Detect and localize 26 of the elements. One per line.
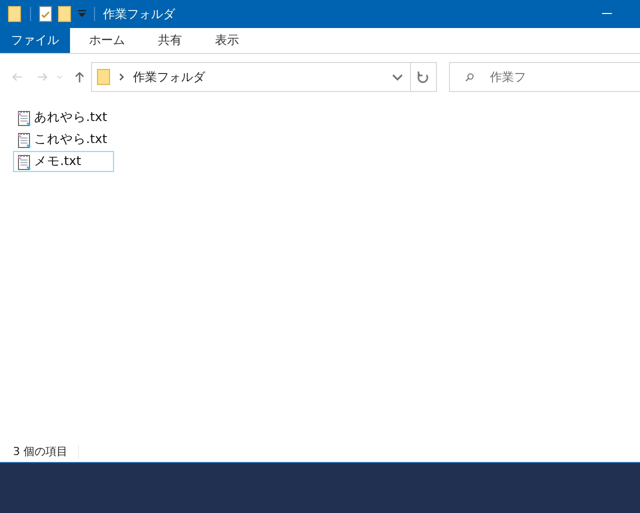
minimize-icon[interactable] — [602, 13, 612, 15]
refresh-button[interactable] — [410, 62, 437, 92]
address-bar[interactable]: 作業フォルダ — [90, 62, 411, 92]
search-field[interactable]: 作業フ — [449, 62, 640, 92]
dropdown-icon[interactable] — [78, 10, 86, 18]
ribbon-tab[interactable]: ファイル — [0, 28, 70, 53]
chevron-right-icon — [118, 73, 124, 81]
file-item[interactable]: これやら.txt — [13, 129, 114, 150]
up-arrow-icon[interactable] — [74, 70, 84, 84]
chevron-down-icon[interactable] — [392, 74, 403, 80]
folder-icon[interactable] — [8, 6, 22, 22]
text-file-icon — [17, 132, 31, 148]
file-item[interactable]: あれやら.txt — [13, 107, 114, 128]
ribbon-tab[interactable]: 共有 — [144, 28, 196, 53]
text-file-icon — [17, 110, 31, 126]
folder-icon — [96, 69, 110, 85]
window-title: 作業フォルダ — [103, 6, 175, 22]
address-path: 作業フォルダ — [132, 68, 205, 86]
folder-icon[interactable] — [58, 6, 72, 22]
ribbon-tab[interactable]: 表示 — [201, 28, 253, 53]
file-item[interactable]: メモ.txt — [13, 151, 114, 172]
ribbon-tab[interactable]: ホーム — [75, 28, 139, 53]
properties-icon[interactable] — [39, 6, 52, 22]
refresh-icon — [417, 70, 430, 84]
item-count: 3 個の項目 — [13, 444, 68, 459]
text-file-icon — [17, 154, 31, 170]
